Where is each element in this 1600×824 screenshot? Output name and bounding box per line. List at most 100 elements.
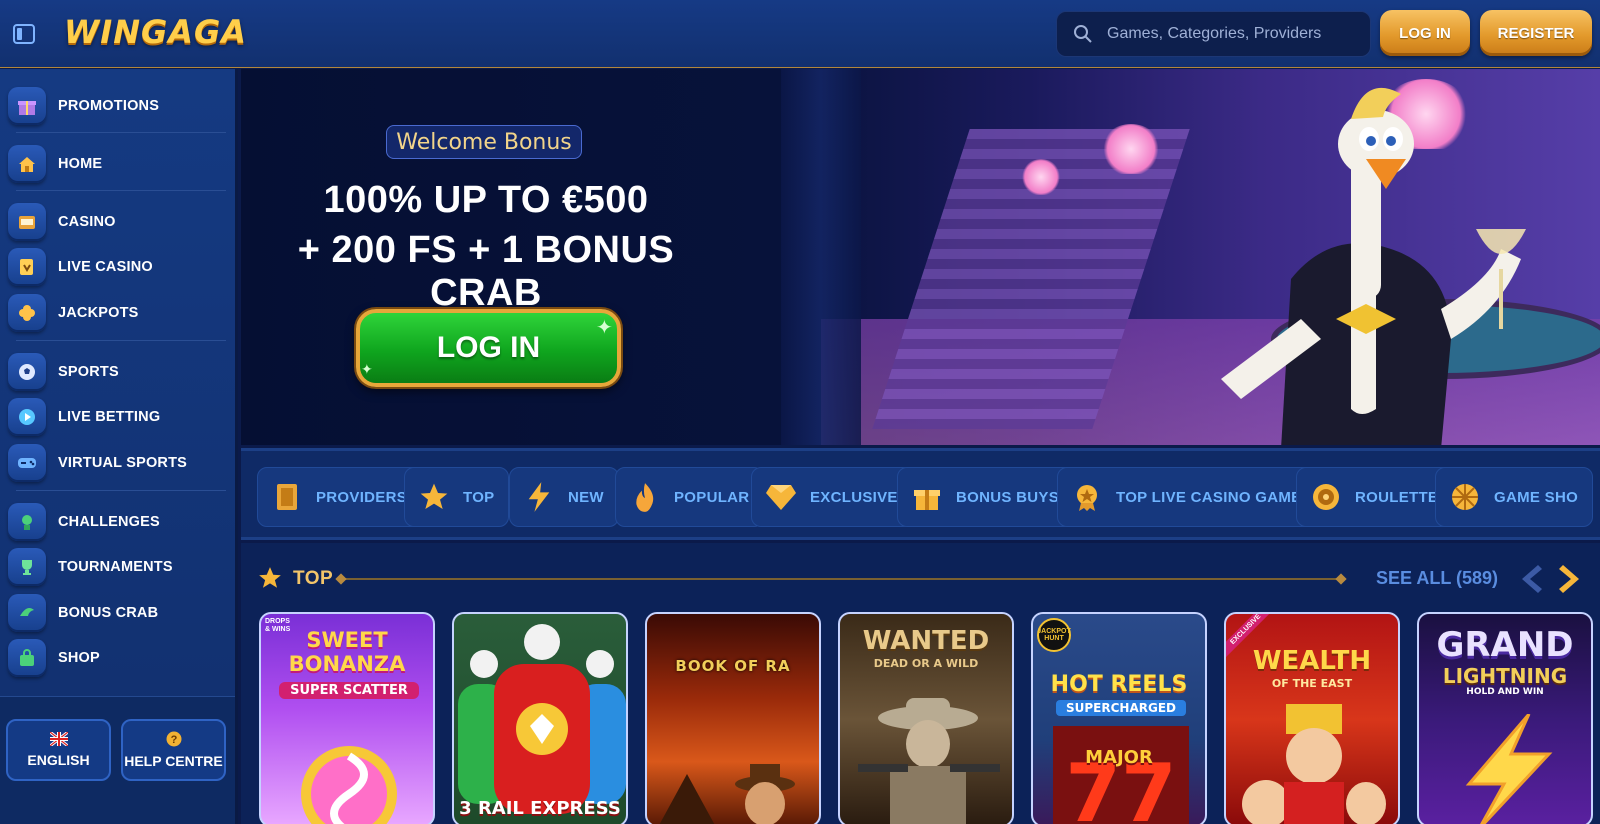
sidebar-item-label: CHALLENGES bbox=[58, 514, 160, 530]
category-new[interactable]: NEW bbox=[509, 467, 619, 527]
game-title-line3: HOLD AND WIN bbox=[1466, 687, 1544, 697]
fortune-god-artwork bbox=[1242, 704, 1386, 824]
category-popular[interactable]: POPULAR bbox=[615, 467, 765, 527]
sidebar-item-casino[interactable]: CASINO bbox=[8, 200, 230, 244]
divider bbox=[16, 490, 226, 491]
sidebar-item-promotions[interactable]: PROMOTIONS bbox=[8, 84, 230, 128]
search-box[interactable] bbox=[1056, 11, 1371, 57]
category-bonus-buys[interactable]: BONUS BUYS bbox=[897, 467, 1075, 527]
sidebar-item-label: PROMOTIONS bbox=[58, 98, 160, 114]
shopping-bag-icon bbox=[8, 639, 46, 677]
lightning-icon bbox=[522, 480, 556, 514]
game-tile-sweet-bonanza[interactable]: SWEET BONANZA SUPER SCATTER DROPS & WINS bbox=[259, 612, 435, 824]
cowboy-artwork bbox=[858, 698, 1000, 824]
hero-headline-line1: 100% UP TO €500 bbox=[323, 179, 649, 221]
sidebar-item-live-betting[interactable]: LIVE BETTING bbox=[8, 395, 230, 439]
flame-icon bbox=[628, 480, 662, 514]
sidebar-item-label: VIRTUAL SPORTS bbox=[58, 455, 188, 471]
category-roulette[interactable]: ROULETTE bbox=[1296, 467, 1454, 527]
category-bar: PROVIDERS TOP NEW POPULAR EXCLUSIVE BONU… bbox=[241, 448, 1600, 540]
language-button[interactable]: ENGLISH bbox=[6, 719, 111, 781]
hero-banner: Welcome Bonus 100% UP TO €500 + 200 FS +… bbox=[241, 69, 1600, 445]
game-tile-wanted-dead-or-a-wild[interactable]: WANTED DEAD OR A WILD bbox=[838, 612, 1014, 824]
challenge-icon bbox=[8, 503, 46, 541]
search-input[interactable] bbox=[1107, 25, 1347, 43]
sidebar-item-challenges[interactable]: CHALLENGES bbox=[8, 500, 230, 544]
game-title-line2: DEAD OR A WILD bbox=[873, 657, 979, 670]
see-all-link[interactable]: SEE ALL (589) bbox=[1376, 568, 1498, 589]
category-game-shows[interactable]: GAME SHO bbox=[1435, 467, 1594, 527]
sidebar-item-home[interactable]: HOME bbox=[8, 142, 230, 186]
trophy-icon bbox=[8, 548, 46, 586]
game-title-line1: WEALTH bbox=[1252, 646, 1372, 676]
hero-headline-line2: + 200 FS + 1 BONUS CRAB bbox=[297, 229, 675, 314]
sidebar-item-label: BONUS CRAB bbox=[58, 605, 159, 621]
game-title-line2: OF THE EAST bbox=[1271, 677, 1353, 690]
star-icon bbox=[417, 480, 451, 514]
home-icon bbox=[8, 145, 46, 183]
gift-icon bbox=[910, 480, 944, 514]
game-tile-grand-lightning[interactable]: GRAND LIGHTNING HOLD AND WIN bbox=[1417, 612, 1593, 824]
gift-icon bbox=[8, 87, 46, 125]
register-button[interactable]: REGISTER bbox=[1480, 10, 1592, 56]
category-exclusive[interactable]: EXCLUSIVE bbox=[751, 467, 913, 527]
top-header: WINGAGA LOG IN REGISTER bbox=[0, 0, 1600, 68]
sidebar-toggle-icon[interactable] bbox=[12, 22, 36, 46]
jackpot-hunt-badge: JACKPOT HUNT bbox=[1037, 618, 1071, 652]
star-icon bbox=[259, 567, 281, 588]
sidebar-item-tournaments[interactable]: TOURNAMENTS bbox=[8, 545, 230, 589]
category-providers[interactable]: PROVIDERS bbox=[257, 467, 423, 527]
sidebar-item-live-casino[interactable]: LIVE CASINO bbox=[8, 245, 230, 289]
explorer-artwork bbox=[659, 764, 795, 824]
hero-login-button[interactable]: LOG IN bbox=[356, 309, 621, 387]
play-icon bbox=[8, 398, 46, 436]
gamepad-icon bbox=[8, 444, 46, 482]
soccer-ball-icon bbox=[8, 353, 46, 391]
sidebar-item-label: SHOP bbox=[58, 650, 100, 666]
train-artwork bbox=[458, 624, 626, 814]
logo[interactable]: WINGAGA bbox=[64, 13, 247, 51]
sidebar-item-label: JACKPOTS bbox=[58, 305, 139, 321]
top-games-section: TOP SEE ALL (589) SWEET BONANZA SUPER SC… bbox=[241, 543, 1600, 824]
game-title: 3 RAIL EXPRESS bbox=[459, 798, 621, 819]
sidebar-item-shop[interactable]: SHOP bbox=[8, 636, 230, 680]
game-badge: DROPS & WINS bbox=[265, 618, 291, 633]
divider bbox=[16, 132, 226, 133]
mascot-illustration bbox=[1221, 87, 1526, 445]
sidebar-item-bonus-crab[interactable]: BONUS CRAB bbox=[8, 591, 230, 635]
help-centre-button[interactable]: ? HELP CENTRE bbox=[121, 719, 226, 781]
category-label: PROVIDERS bbox=[316, 488, 408, 506]
language-label: ENGLISH bbox=[27, 752, 90, 768]
category-label: GAME SHO bbox=[1494, 488, 1579, 506]
sidebar-item-sports[interactable]: SPORTS bbox=[8, 350, 230, 394]
divider bbox=[16, 190, 226, 191]
category-label: TOP bbox=[463, 488, 495, 506]
game-title-line3: SUPER SCATTER bbox=[279, 682, 419, 699]
category-top[interactable]: TOP bbox=[404, 467, 510, 527]
hero-background-curtain bbox=[781, 69, 861, 445]
sidebar-item-label: LIVE CASINO bbox=[58, 259, 153, 275]
roulette-icon bbox=[1309, 480, 1343, 514]
chevron-left-icon[interactable] bbox=[1518, 563, 1544, 595]
crab-icon bbox=[8, 594, 46, 632]
category-label: BONUS BUYS bbox=[956, 488, 1060, 506]
game-tile-wealth-of-the-east[interactable]: EXCLUSIVE WEALTH OF THE EAST bbox=[1224, 612, 1400, 824]
game-tile-hot-reels-supercharged[interactable]: JACKPOT HUNT HOT REELS SUPERCHARGED 77 M… bbox=[1031, 612, 1207, 824]
welcome-bonus-badge: Welcome Bonus bbox=[386, 125, 582, 159]
chevron-right-icon[interactable] bbox=[1557, 563, 1583, 595]
game-title-line2: BONANZA bbox=[288, 652, 406, 676]
search-icon bbox=[1074, 25, 1092, 43]
game-tile-3-rail-express[interactable]: 3 RAIL EXPRESS bbox=[452, 612, 628, 824]
game-tile-book-of-ra[interactable]: BOOK OF RA bbox=[645, 612, 821, 824]
game-title-line3: MAJOR bbox=[1085, 747, 1153, 768]
divider bbox=[16, 340, 226, 341]
help-label: HELP CENTRE bbox=[124, 753, 223, 769]
sidebar-item-jackpots[interactable]: JACKPOTS bbox=[8, 291, 230, 335]
book-icon bbox=[270, 480, 304, 514]
header-login-button[interactable]: LOG IN bbox=[1380, 10, 1470, 56]
sidebar-item-virtual-sports[interactable]: VIRTUAL SPORTS bbox=[8, 441, 230, 485]
sparkle-icon: ✦ bbox=[361, 361, 373, 377]
category-top-live-casino-games[interactable]: TOP LIVE CASINO GAMES bbox=[1057, 467, 1327, 527]
clover-icon bbox=[8, 294, 46, 332]
category-label: NEW bbox=[568, 488, 604, 506]
